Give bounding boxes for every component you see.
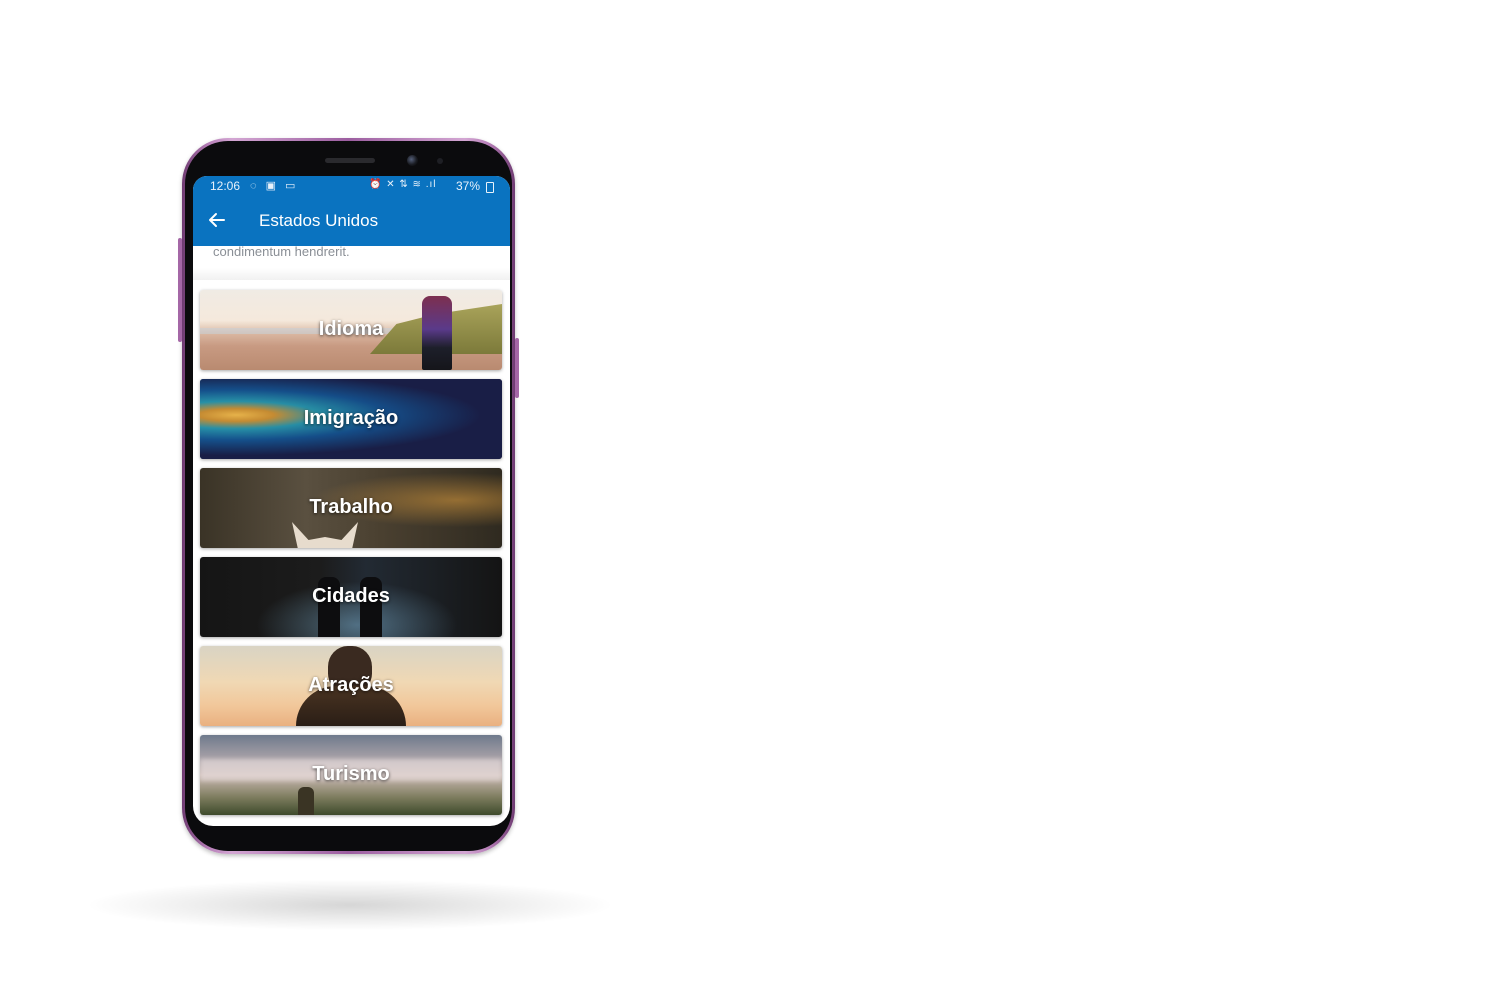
system-status-icons: ⏰ ✕ ⇅ ≋ .ıl	[369, 179, 437, 190]
page-title: Estados Unidos	[259, 211, 379, 230]
description-text: condimentum hendrerit.	[213, 246, 350, 259]
category-card-imigracao[interactable]: Imigração	[200, 379, 502, 459]
card-label-turismo: Turismo	[312, 763, 390, 785]
phone-screen: 12:06 ◌ ▣ ▭ ⏰ ✕ ⇅ ≋ .ıl 37% Estados Unid…	[193, 176, 510, 826]
card-label-trabalho: Trabalho	[309, 496, 393, 518]
proximity-sensor	[437, 158, 443, 164]
mockup-stage: 12:06 ◌ ▣ ▭ ⏰ ✕ ⇅ ≋ .ıl 37% Estados Unid…	[0, 0, 1500, 1000]
battery-icon	[486, 182, 494, 193]
front-camera-icon	[407, 155, 418, 166]
phone-shadow	[90, 880, 610, 930]
status-time: 12:06	[210, 179, 241, 193]
card-label-cidades: Cidades	[312, 585, 390, 607]
phone-device: 12:06 ◌ ▣ ▭ ⏰ ✕ ⇅ ≋ .ıl 37% Estados Unid…	[178, 138, 519, 854]
card-label-imigracao: Imigração	[303, 407, 399, 429]
notification-icons: ◌ ▣ ▭	[250, 180, 299, 192]
battery-percentage: 37%	[456, 179, 481, 193]
card-label-idioma: Idioma	[318, 318, 384, 340]
phone-bezel: 12:06 ◌ ▣ ▭ ⏰ ✕ ⇅ ≋ .ıl 37% Estados Unid…	[185, 141, 512, 851]
category-card-turismo[interactable]: Turismo	[200, 735, 502, 815]
status-bar: 12:06 ◌ ▣ ▭ ⏰ ✕ ⇅ ≋ .ıl 37%	[193, 176, 510, 197]
category-card-idioma[interactable]: Idioma	[200, 290, 502, 370]
volume-button	[178, 238, 182, 342]
category-list: condimentum hendrerit. Idioma Imigração	[193, 246, 510, 826]
category-card-cidades[interactable]: Cidades	[200, 557, 502, 637]
app-bar: Estados Unidos	[193, 197, 510, 246]
earpiece-speaker	[325, 158, 375, 163]
section-divider	[193, 268, 510, 280]
category-card-trabalho[interactable]: Trabalho	[200, 468, 502, 548]
power-button	[515, 338, 519, 398]
category-card-atracoes[interactable]: Atrações	[200, 646, 502, 726]
card-label-atracoes: Atrações	[308, 674, 394, 696]
photographer-figure	[298, 787, 314, 815]
arrow-left-icon[interactable]	[207, 210, 227, 230]
